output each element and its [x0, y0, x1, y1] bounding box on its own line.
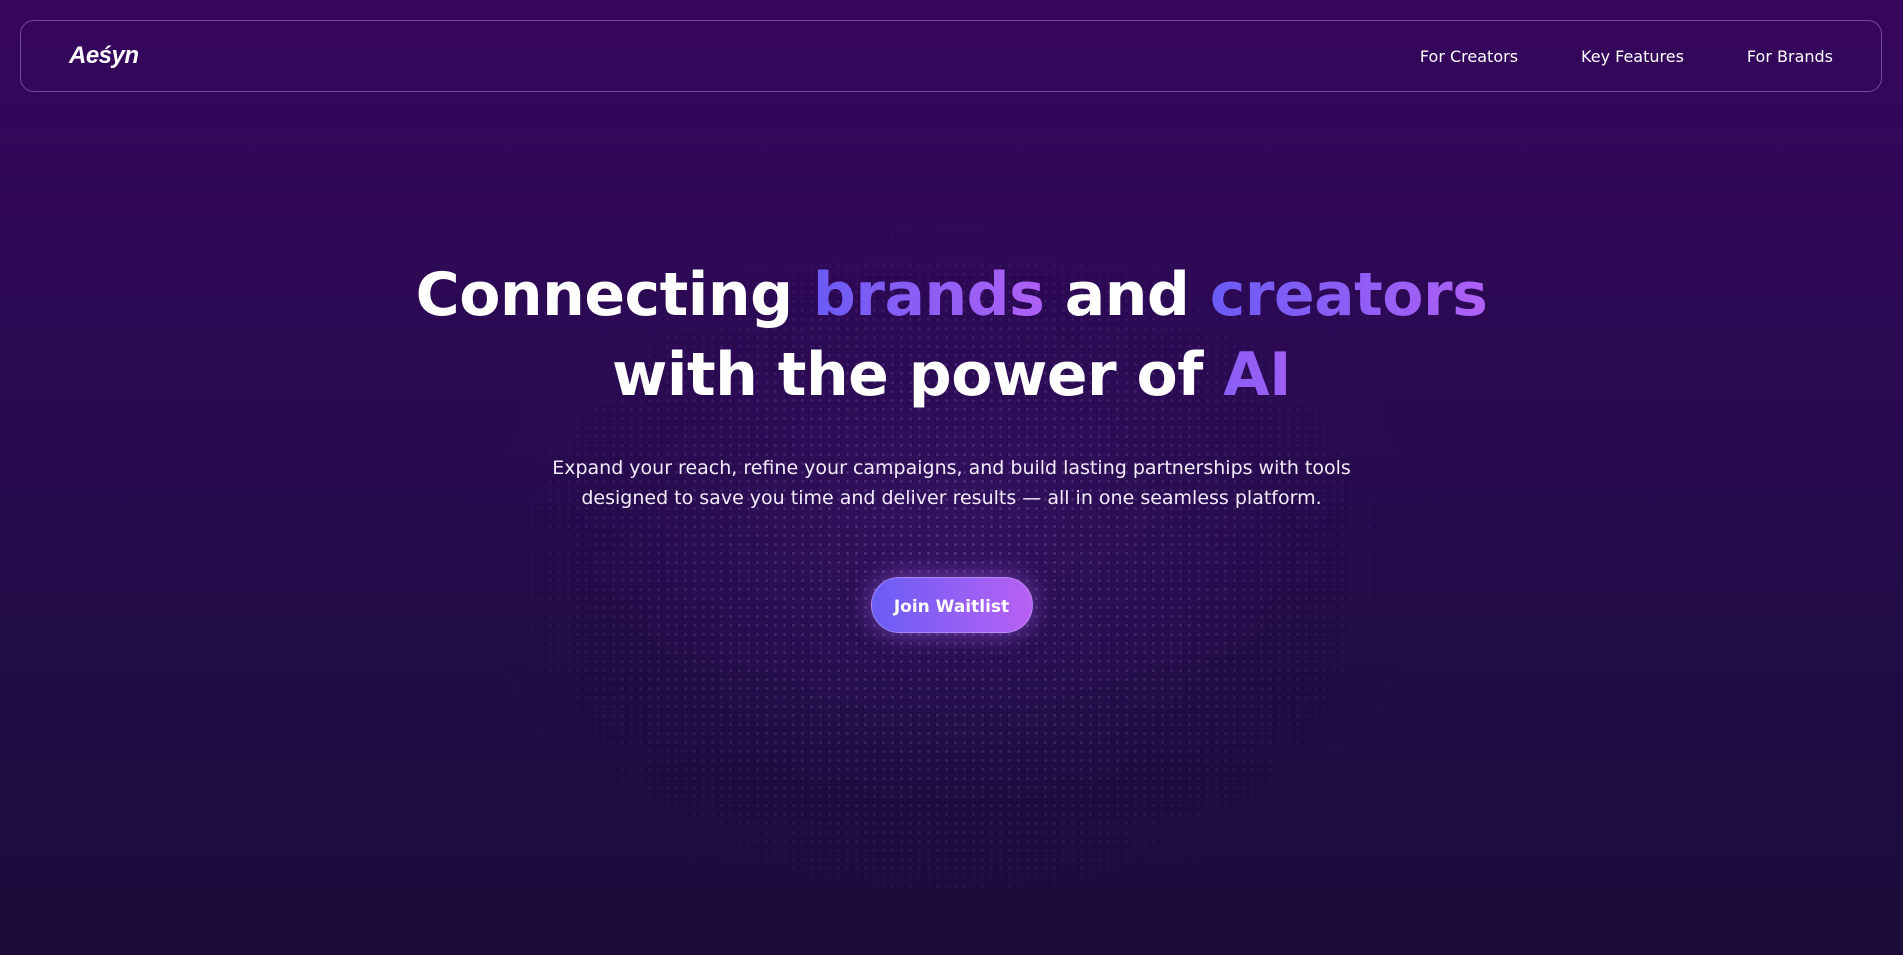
headline-text: Connecting: [415, 260, 813, 330]
nav-link-for-creators[interactable]: For Creators: [1420, 47, 1518, 66]
headline-text: with the power of: [611, 340, 1224, 410]
logo[interactable]: Aeśyn: [69, 42, 139, 70]
headline-highlight-creators: creators: [1209, 260, 1488, 330]
hero-subtitle: Expand your reach, refine your campaigns…: [552, 457, 1351, 509]
nav-link-key-features[interactable]: Key Features: [1581, 47, 1684, 66]
nav-link-for-brands[interactable]: For Brands: [1747, 47, 1833, 66]
nav-links: For Creators Key Features For Brands: [1420, 47, 1833, 66]
hero-section: Connecting brands and creators with the p…: [0, 255, 1903, 633]
headline-highlight-brands: brands: [812, 260, 1045, 330]
hero-headline: Connecting brands and creators with the p…: [0, 255, 1903, 415]
navbar: Aeśyn For Creators Key Features For Bran…: [20, 20, 1882, 92]
headline-text: and: [1044, 260, 1210, 330]
headline-highlight-ai: AI: [1223, 340, 1291, 410]
join-waitlist-button[interactable]: Join Waitlist: [870, 577, 1033, 633]
